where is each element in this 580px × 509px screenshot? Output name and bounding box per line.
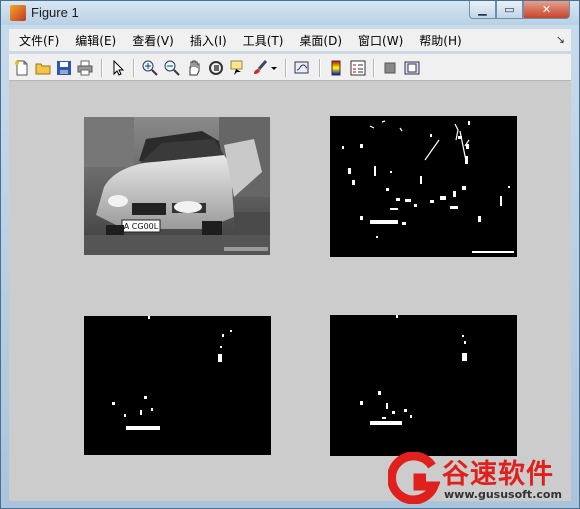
menu-desktop[interactable]: 桌面(D): [291, 32, 350, 49]
open-file-icon[interactable]: [34, 59, 52, 77]
link-plot-icon[interactable]: [293, 59, 311, 77]
toolbar-separator: [285, 59, 286, 77]
matlab-logo-icon: [10, 5, 26, 21]
toolbar-separator: [373, 59, 374, 77]
watermark-title: 谷速软件: [442, 459, 554, 490]
binary-edge-image-3: [330, 315, 517, 456]
window-title: Figure 1: [31, 5, 79, 20]
menu-bar: 文件(F) 编辑(E) 查看(V) 插入(I) 工具(T) 桌面(D) 窗口(W…: [9, 29, 571, 51]
binary-edge-image-1: [330, 116, 517, 257]
close-button[interactable]: ✕: [523, 1, 570, 19]
maximize-button[interactable]: ▭: [496, 1, 523, 19]
data-cursor-icon[interactable]: [229, 59, 247, 77]
dock-figure-icon[interactable]: ↘: [556, 33, 565, 46]
menu-tools[interactable]: 工具(T): [235, 32, 292, 49]
zoom-in-icon[interactable]: [141, 59, 159, 77]
menu-insert[interactable]: 插入(I): [182, 32, 235, 49]
gususoft-watermark: 谷速软件 www.gususoft.com: [384, 450, 580, 509]
hide-plot-tools-icon[interactable]: [381, 59, 399, 77]
watermark-url: www.gususoft.com: [444, 488, 562, 501]
brush-dropdown-icon[interactable]: [269, 59, 279, 77]
zoom-out-icon[interactable]: [163, 59, 181, 77]
brush-icon[interactable]: [251, 59, 269, 77]
print-icon[interactable]: [76, 59, 94, 77]
menu-help[interactable]: 帮助(H): [411, 32, 469, 49]
edit-plot-arrow-icon[interactable]: [109, 59, 127, 77]
new-figure-icon[interactable]: [13, 59, 31, 77]
toolbar-separator: [101, 59, 102, 77]
legend-icon[interactable]: [349, 59, 367, 77]
pan-hand-icon[interactable]: [185, 59, 203, 77]
menu-file[interactable]: 文件(F): [9, 32, 67, 49]
license-plate-text: A CG00L: [124, 222, 159, 231]
toolbar-separator: [133, 59, 134, 77]
figure-window: Figure 1 ▁ ▭ ✕ 文件(F) 编辑(E) 查看(V) 插入(I) 工…: [0, 0, 580, 509]
figure-canvas: A CG00L: [9, 81, 571, 501]
toolbar-separator: [319, 59, 320, 77]
binary-edge-image-2: [84, 316, 271, 455]
figure-toolbar: [9, 53, 571, 81]
title-bar[interactable]: Figure 1 ▁ ▭ ✕: [1, 1, 579, 25]
menu-view[interactable]: 查看(V): [124, 32, 182, 49]
grayscale-car-image: A CG00L: [84, 117, 270, 255]
colorbar-icon[interactable]: [327, 59, 345, 77]
menu-edit[interactable]: 编辑(E): [67, 32, 124, 49]
gususoft-logo-icon: [388, 452, 440, 504]
show-plot-tools-icon[interactable]: [403, 59, 421, 77]
minimize-button[interactable]: ▁: [469, 1, 496, 19]
save-icon[interactable]: [55, 59, 73, 77]
rotate-3d-icon[interactable]: [207, 59, 225, 77]
menu-window[interactable]: 窗口(W): [350, 32, 411, 49]
